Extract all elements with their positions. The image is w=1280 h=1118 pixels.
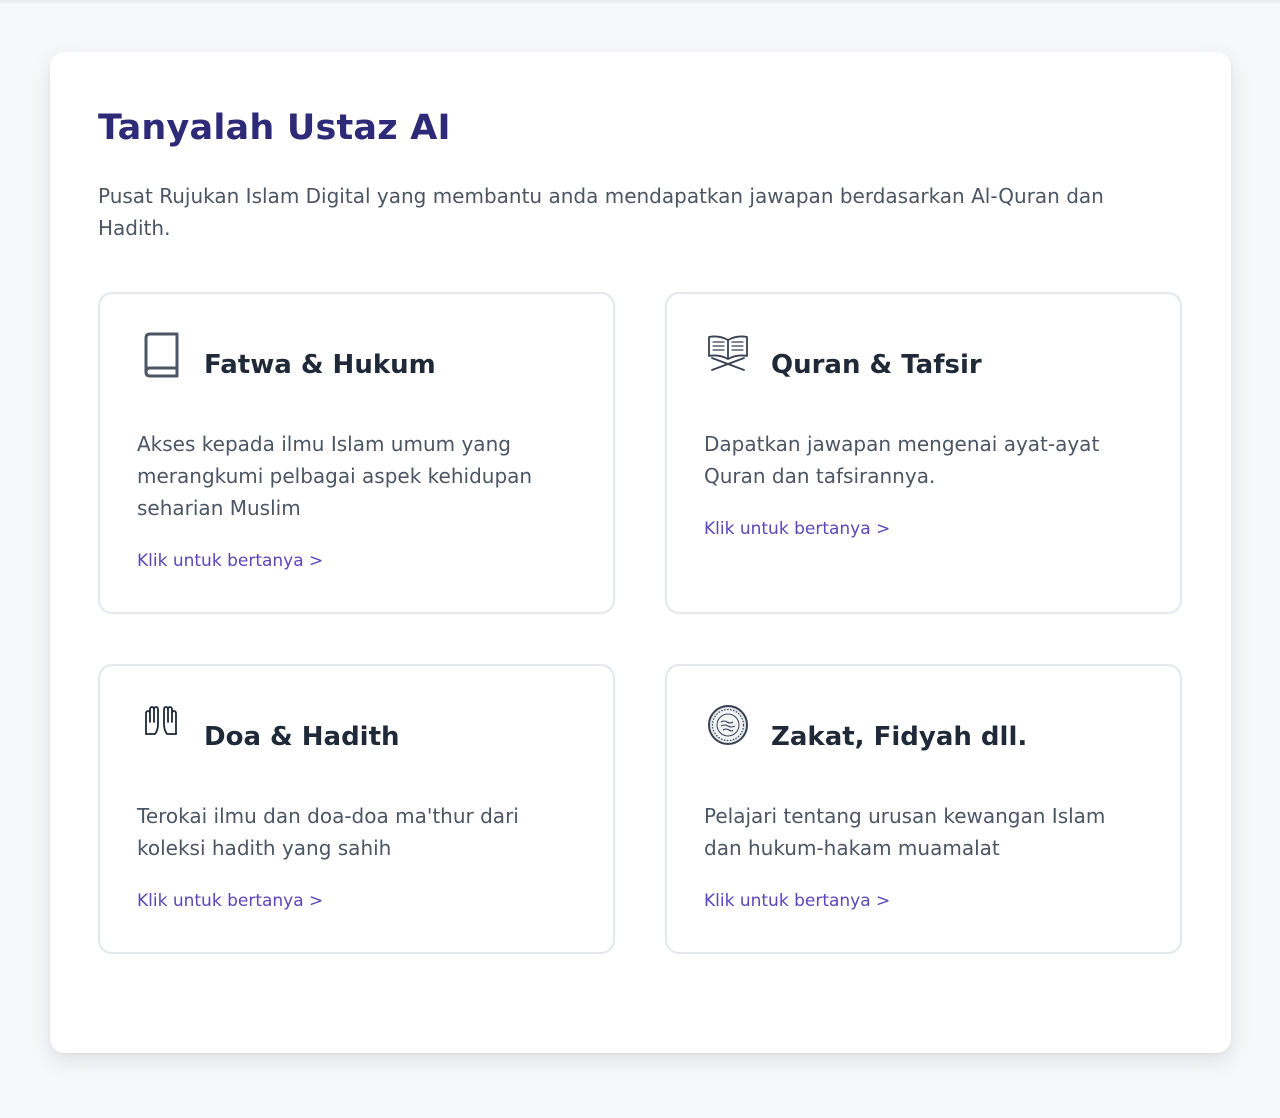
card-title: Zakat, Fidyah dll. <box>771 722 1028 752</box>
praying-hands-icon <box>138 704 184 750</box>
ask-link[interactable]: Klik untuk bertanya > <box>137 551 323 571</box>
card-description: Pelajari tentang urusan kewangan Islam d… <box>704 804 1106 860</box>
ask-link[interactable]: Klik untuk bertanya > <box>704 891 890 911</box>
card-description: Dapatkan jawapan mengenai ayat-ayat Qura… <box>704 432 1100 488</box>
card-zakat-fidyah[interactable]: Zakat, Fidyah dll. Pelajari tentang urus… <box>665 664 1182 954</box>
card-title: Doa & Hadith <box>204 722 400 752</box>
coin-icon <box>705 704 751 750</box>
page-description: Pusat Rujukan Islam Digital yang membant… <box>98 184 1104 240</box>
main-panel: Tanyalah Ustaz AI Pusat Rujukan Islam Di… <box>50 52 1231 1053</box>
card-doa-hadith[interactable]: Doa & Hadith Terokai ilmu dan doa-doa ma… <box>98 664 615 954</box>
card-fatwa-hukum[interactable]: Fatwa & Hukum Akses kepada ilmu Islam um… <box>98 292 615 614</box>
ask-link[interactable]: Klik untuk bertanya > <box>137 891 323 911</box>
card-title: Fatwa & Hukum <box>204 350 436 380</box>
book-icon <box>138 332 184 378</box>
page-title: Tanyalah Ustaz AI <box>98 108 451 148</box>
card-description: Terokai ilmu dan doa-doa ma'thur dari ko… <box>137 804 519 860</box>
card-title: Quran & Tafsir <box>771 350 982 380</box>
top-divider <box>0 0 1280 3</box>
open-quran-icon <box>705 332 751 378</box>
card-quran-tafsir[interactable]: Quran & Tafsir Dapatkan jawapan mengenai… <box>665 292 1182 614</box>
ask-link[interactable]: Klik untuk bertanya > <box>704 519 890 539</box>
card-description: Akses kepada ilmu Islam umum yang merang… <box>137 432 533 520</box>
